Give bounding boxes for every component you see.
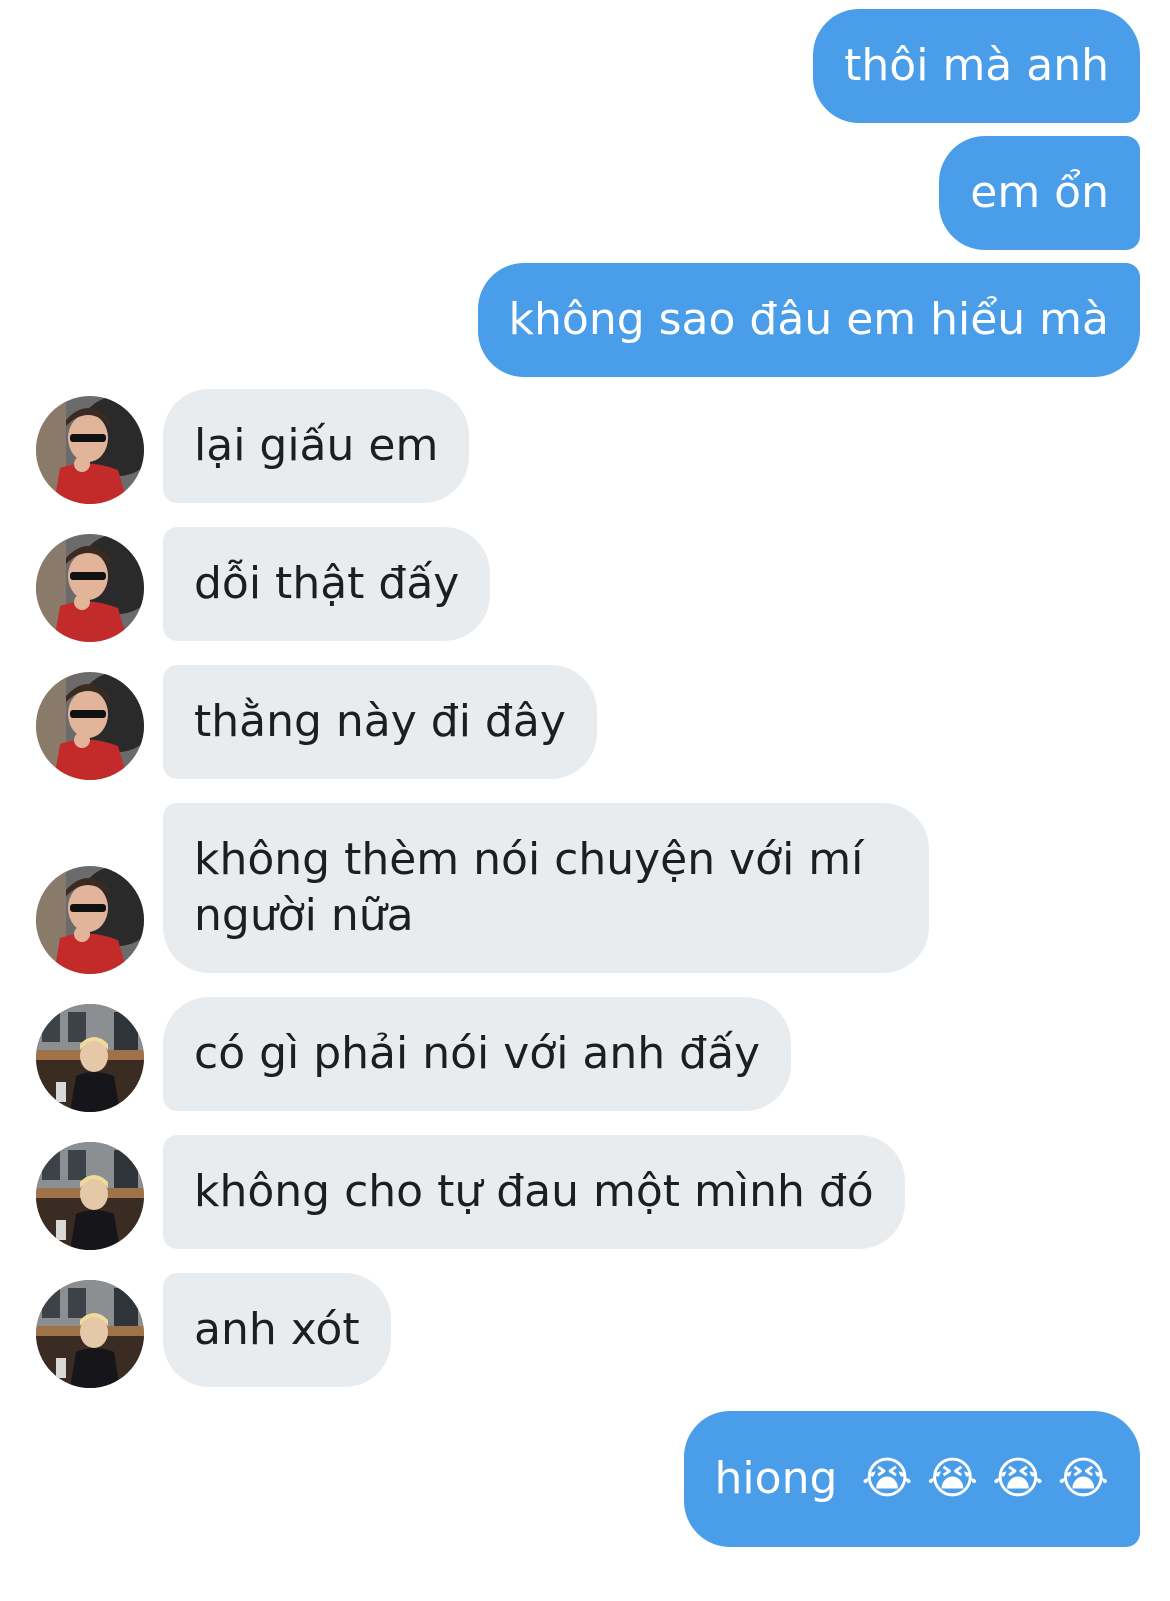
received-message-bubble[interactable]: anh xót [163, 1273, 391, 1387]
message-text: không sao đâu em hiểu mà [508, 294, 1109, 345]
avatar-friend-1[interactable] [36, 534, 144, 642]
received-message-bubble[interactable]: có gì phải nói với anh đấy [163, 997, 792, 1111]
avatar-friend-1[interactable] [36, 672, 144, 780]
avatar-photo-icon [36, 1142, 144, 1250]
received-message-bubble[interactable]: không thèm nói chuyện với mí người nữa [163, 803, 929, 973]
avatar-friend-1[interactable] [36, 396, 144, 504]
received-message-bubble[interactable]: không cho tự đau một mình đó [163, 1135, 905, 1249]
avatar-friend-2[interactable] [36, 1004, 144, 1112]
received-message-bubble[interactable]: lại giấu em [163, 389, 470, 503]
crying-face-emoji-icon: 😭 😭 😭 😭 [861, 1453, 1109, 1504]
message-text: không thèm nói chuyện với mí người nữa [194, 834, 864, 941]
sent-message-bubble[interactable]: không sao đâu em hiểu mà [477, 263, 1140, 377]
avatar-photo-icon [36, 672, 144, 780]
message-text: dỗi thật đấy [194, 558, 460, 609]
message-text: lại giấu em [194, 420, 439, 471]
sent-message-bubble[interactable]: thôi mà anh [813, 9, 1140, 123]
sent-message-bubble[interactable]: em ổn [939, 136, 1140, 250]
received-message-bubble[interactable]: thằng này đi đây [163, 665, 597, 779]
message-text: em ổn [970, 167, 1109, 218]
avatar-friend-2[interactable] [36, 1280, 144, 1388]
message-text: có gì phải nói với anh đấy [194, 1028, 761, 1079]
avatar-friend-2[interactable] [36, 1142, 144, 1250]
avatar-photo-icon [36, 1280, 144, 1388]
message-text: hiong [714, 1453, 838, 1504]
message-text: không cho tự đau một mình đó [194, 1166, 874, 1217]
avatar-photo-icon [36, 396, 144, 504]
message-text: thằng này đi đây [194, 696, 566, 747]
avatar-photo-icon [36, 534, 144, 642]
received-message-bubble[interactable]: dỗi thật đấy [163, 527, 491, 641]
avatar-photo-icon [36, 1004, 144, 1112]
message-text: anh xót [194, 1304, 360, 1355]
avatar-friend-1[interactable] [36, 866, 144, 974]
sent-message-bubble[interactable]: hiong 😭 😭 😭 😭 [683, 1411, 1140, 1547]
message-text: thôi mà anh [844, 40, 1109, 91]
avatar-photo-icon [36, 866, 144, 974]
